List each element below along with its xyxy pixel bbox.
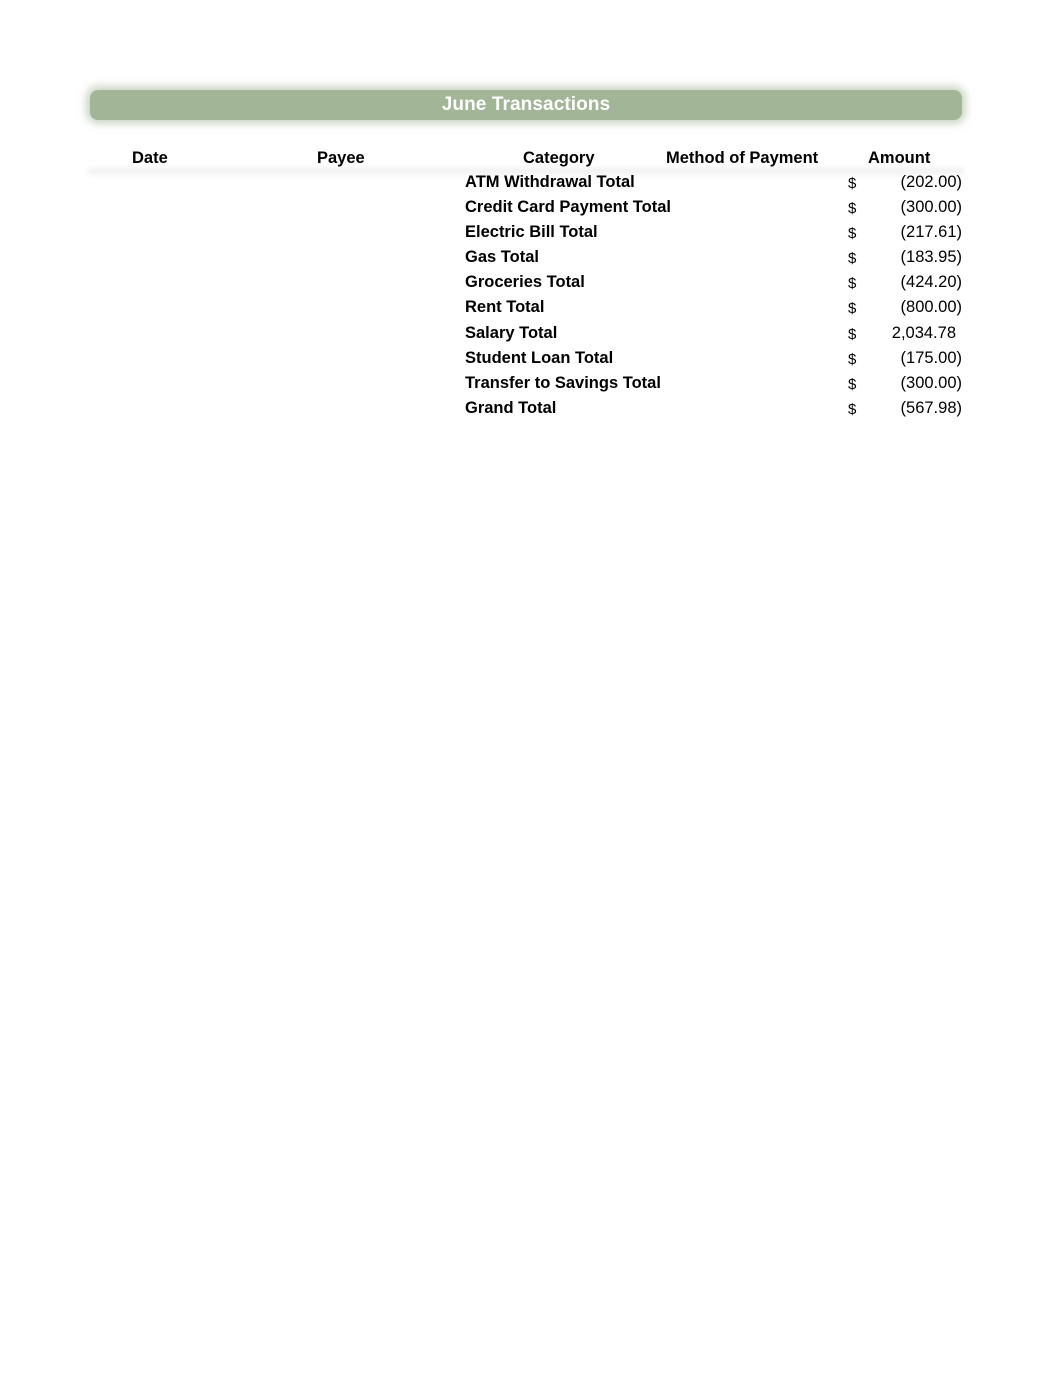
category-total-label: Gas Total [465, 248, 539, 267]
category-total-label: Electric Bill Total [465, 223, 598, 242]
total-amount: (300.00) [900, 373, 962, 392]
column-header-category[interactable]: Category [523, 146, 595, 170]
currency-symbol: $ [848, 275, 857, 293]
category-total-label: Salary Total [465, 323, 558, 342]
column-header-date[interactable]: Date [132, 146, 168, 170]
subtotal-row[interactable]: Electric Bill Total $ (217.61) [0, 220, 1062, 245]
currency-symbol: $ [848, 225, 857, 243]
currency-symbol: $ [848, 350, 857, 368]
column-header-amount[interactable]: Amount [868, 146, 930, 170]
total-amount: (202.00) [900, 173, 962, 191]
grand-total-row[interactable]: Grand Total $ (567.98) [0, 396, 1062, 421]
sheet-title: June Transactions [441, 94, 611, 115]
total-amount: (183.95) [900, 248, 962, 267]
subtotal-row[interactable]: ATM Withdrawal Total $ (202.00) [0, 170, 1062, 195]
subtotal-row[interactable]: Credit Card Payment Total $ (300.00) [0, 195, 1062, 220]
category-total-label: Transfer to Savings Total [465, 373, 661, 392]
total-amount: (800.00) [900, 298, 962, 317]
category-total-label: Rent Total [465, 298, 545, 317]
currency-symbol: $ [848, 250, 857, 268]
total-amount: (217.61) [900, 223, 962, 242]
total-amount: (300.00) [900, 198, 962, 217]
subtotal-row[interactable]: Transfer to Savings Total $ (300.00) [0, 371, 1062, 396]
subtotal-row[interactable]: Rent Total $ (800.00) [0, 295, 1062, 320]
category-total-label: Credit Card Payment Total [465, 198, 671, 217]
currency-symbol: $ [848, 175, 857, 192]
column-header-method-of-payment[interactable]: Method of Payment [666, 146, 818, 170]
subtotal-row[interactable]: Gas Total $ (183.95) [0, 245, 1062, 270]
currency-symbol: $ [848, 325, 857, 343]
total-amount: (175.00) [900, 348, 962, 367]
title-banner: June Transactions [90, 90, 962, 120]
currency-symbol: $ [848, 200, 857, 218]
grand-total-amount: (567.98) [900, 398, 962, 417]
subtotal-row[interactable]: Groceries Total $ (424.20) [0, 270, 1062, 295]
category-total-label: ATM Withdrawal Total [465, 173, 635, 191]
subtotal-rows: ATM Withdrawal Total $ (202.00) Credit C… [0, 170, 1062, 421]
column-header-payee[interactable]: Payee [317, 146, 365, 170]
currency-symbol: $ [848, 300, 857, 318]
currency-symbol: $ [848, 400, 857, 418]
category-total-label: Groceries Total [465, 273, 585, 292]
currency-symbol: $ [848, 375, 857, 393]
total-amount: 2,034.78 [891, 323, 956, 342]
grand-total-label: Grand Total [465, 398, 557, 417]
subtotal-row[interactable]: Student Loan Total $ (175.00) [0, 346, 1062, 371]
category-total-label: Student Loan Total [465, 348, 614, 367]
column-header-row: Date Payee Category Method of Payment Am… [88, 146, 964, 170]
subtotal-row[interactable]: Salary Total $ 2,034.78 [0, 321, 1062, 346]
total-amount: (424.20) [900, 273, 962, 292]
